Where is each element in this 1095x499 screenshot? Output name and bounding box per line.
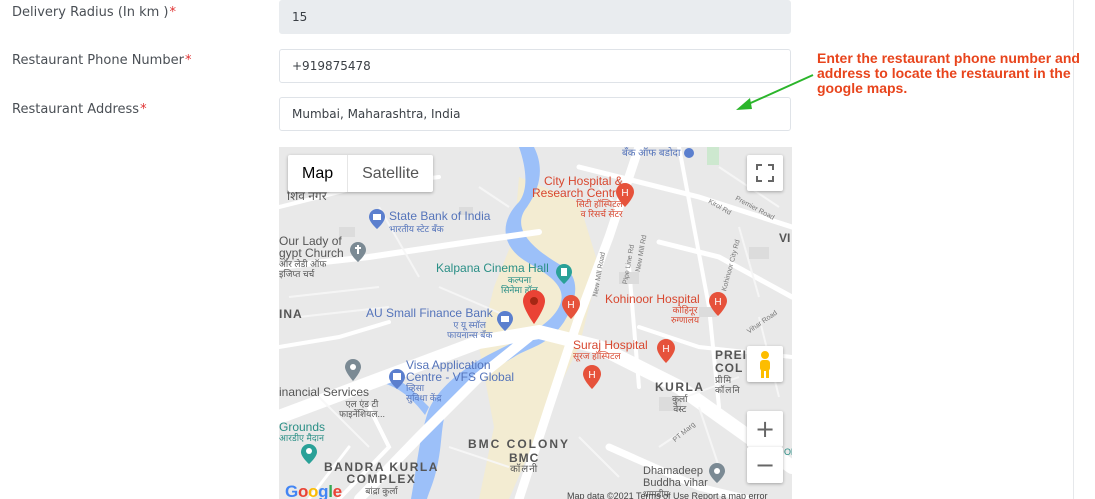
- google-logo[interactable]: Google: [285, 482, 342, 499]
- map-label-suraj: Suraj Hospital सूरज हॉस्पिटल: [573, 338, 648, 361]
- hospital-icon: H: [562, 295, 580, 319]
- plus-icon: +: [754, 415, 776, 443]
- temple-icon: [709, 463, 725, 483]
- bank-icon: [369, 209, 385, 229]
- hospital-icon: H: [657, 339, 675, 363]
- phone-input[interactable]: +919875478: [279, 49, 791, 83]
- map-label-kurla: KURLA कुर्ला वेस्ट: [655, 380, 705, 415]
- svg-text:H: H: [621, 188, 628, 199]
- hospital-icon: H: [709, 292, 727, 316]
- address-input[interactable]: Mumbai, Maharashtra, India: [279, 97, 791, 131]
- zoom-out-button[interactable]: −: [747, 447, 783, 483]
- map-label-grounds: Grounds आरडीए मैदान: [279, 420, 326, 443]
- map-label-kalpana: Kalpana Cinema Hall: [436, 261, 549, 275]
- map-label-ina: INA: [279, 307, 303, 321]
- map-type-control: Map Satellite: [288, 155, 434, 192]
- map-label-kohinoor-local: कोहिनूर रुग्णालय: [671, 305, 700, 325]
- park-icon: [301, 444, 317, 464]
- fullscreen-icon: [756, 164, 774, 182]
- svg-text:H: H: [588, 370, 595, 381]
- map-label-financial-local: एल एंड टी फाइनेंशियल...: [339, 399, 385, 419]
- svg-text:H: H: [662, 344, 669, 355]
- map-label-bmc-colony: BMC COLONY: [468, 437, 570, 451]
- svg-text:H: H: [714, 297, 721, 308]
- bank-icon: [684, 148, 694, 158]
- map-label-bank-baroda: बँक ऑफ बडोदा: [622, 148, 681, 159]
- required-marker: *: [184, 53, 192, 68]
- map-label-city-hospital: City Hospital & Research Centre सिटी हॉस…: [532, 174, 623, 219]
- map-label-visa: Visa Application Centre - VFS Global: [406, 358, 515, 384]
- required-marker: *: [169, 5, 177, 20]
- pegman-icon: [760, 351, 770, 378]
- required-marker: *: [140, 102, 147, 117]
- minus-icon: −: [754, 451, 776, 479]
- map-label-lady-church: Our Lady of gypt Church ऑर लेडी ऑफ इजिप्…: [279, 234, 344, 279]
- map-label-vi: VI: [779, 231, 791, 245]
- map-label-au-bank: AU Small Finance Bank: [366, 306, 493, 320]
- address-label: Restaurant Address*: [12, 102, 147, 117]
- location-pin-icon[interactable]: [523, 290, 545, 324]
- delivery-radius-label: Delivery Radius (In km )*: [12, 5, 176, 20]
- office-icon: [389, 369, 405, 389]
- map-attribution[interactable]: Map data ©2021 Terms of Use Report a map…: [567, 491, 768, 499]
- map-label-ok: Ok: [784, 447, 792, 457]
- google-map[interactable]: बँक ऑफ बडोदा शिव नगर City Hospital & Res…: [279, 147, 792, 499]
- zoom-in-button[interactable]: +: [747, 411, 783, 447]
- bank-icon: [497, 311, 513, 331]
- help-annotation: Enter the restaurant phone number and ad…: [817, 50, 1080, 96]
- fullscreen-button[interactable]: [747, 155, 783, 191]
- map-label-prem: PREI COL प्रीमि कॉलनि: [715, 348, 748, 396]
- map-type-map-button[interactable]: Map: [288, 155, 349, 192]
- cinema-icon: [556, 264, 572, 284]
- hospital-icon: H: [583, 365, 601, 389]
- map-label-bmc: BMC कॉलनी: [509, 451, 540, 475]
- map-type-satellite-button[interactable]: Satellite: [348, 155, 433, 192]
- map-label-financial: inancial Services: [279, 385, 370, 399]
- map-label-sbi: State Bank of India भारतीय स्टेट बँक: [389, 209, 491, 235]
- church-icon: [350, 242, 366, 262]
- delivery-radius-field[interactable]: 15: [279, 0, 791, 34]
- map-label-visa-local: व्हिसा सुविधा केंद्र: [406, 383, 442, 403]
- street-view-pegman[interactable]: [747, 346, 783, 382]
- place-icon: [345, 359, 361, 381]
- hospital-icon: H: [616, 183, 634, 207]
- svg-text:H: H: [567, 300, 574, 311]
- map-label-au-bank-local: ए यू स्मॉल फायनान्स बँक: [447, 320, 493, 340]
- map-label-kohinoor: Kohinoor Hospital: [605, 292, 700, 306]
- phone-label: Restaurant Phone Number*: [12, 53, 192, 68]
- annotation-arrow-icon: [736, 74, 814, 110]
